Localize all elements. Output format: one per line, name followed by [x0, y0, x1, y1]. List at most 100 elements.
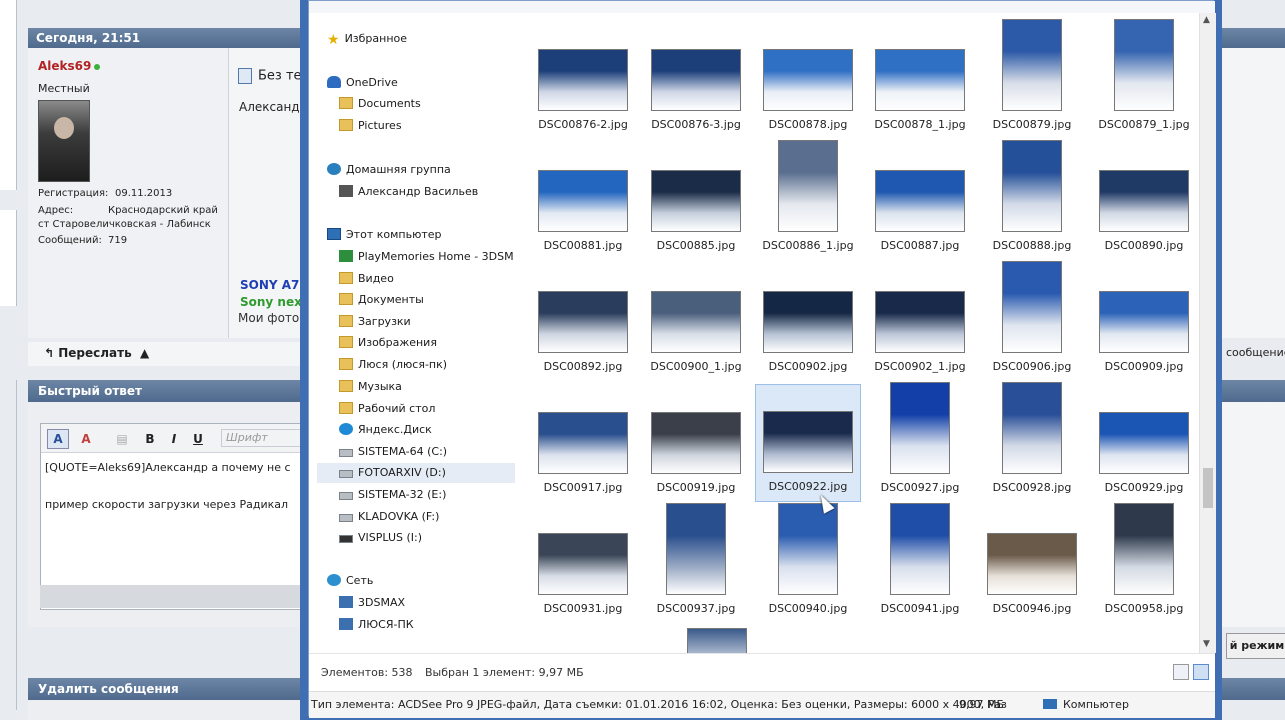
user-info-panel: Aleks69 Местный Регистрация: 09.11.2013 А…	[28, 48, 229, 338]
file-item[interactable]: DSC00902_1.jpg	[867, 263, 973, 381]
nav-drive-d[interactable]: FOTOARXIV (D:)	[317, 463, 515, 483]
right-body	[1222, 48, 1285, 338]
file-item[interactable]: DSC00958.jpg	[1091, 503, 1197, 623]
file-item[interactable]: DSC00885.jpg	[643, 142, 749, 260]
delete-messages-body	[28, 700, 300, 720]
delete-messages-header: Удалить сообщения	[28, 678, 300, 700]
nav-downloads[interactable]: Загрузки	[339, 312, 411, 332]
font-style-icon[interactable]: A	[47, 429, 69, 449]
thumbnails-view-icon[interactable]	[1193, 664, 1209, 680]
image-thumbnail	[538, 49, 628, 111]
file-item[interactable]: DSC00909.jpg	[1091, 263, 1197, 381]
nav-favorites[interactable]: ★ Избранное	[327, 29, 407, 49]
report-icon[interactable]: ▲	[140, 346, 149, 360]
image-thumbnail	[1099, 291, 1189, 353]
file-item[interactable]: DSC00888.jpg	[979, 140, 1085, 260]
nav-drive-f[interactable]: KLADOVKA (F:)	[339, 507, 439, 527]
nav-pictures[interactable]: Pictures	[339, 116, 402, 136]
advanced-mode-button[interactable]: й режим	[1226, 633, 1285, 659]
nav-drive-c[interactable]: SISTEMA-64 (C:)	[339, 442, 447, 462]
file-item[interactable]: DSC00927.jpg	[867, 382, 973, 502]
nav-playmemories[interactable]: PlayMemories Home - 3DSM	[339, 247, 514, 267]
reply-editor[interactable]: A A ▤ B I U Шрифт [QUOTE=Aleks69]Алексан…	[40, 423, 302, 610]
homegroup-icon	[327, 163, 341, 175]
file-item[interactable]: DSC00946.jpg	[979, 505, 1085, 623]
file-item[interactable]: DSC00878.jpg	[755, 21, 861, 139]
nav-documents-ru[interactable]: Документы	[339, 290, 424, 310]
avatar[interactable]	[38, 100, 90, 182]
font-select[interactable]: Шрифт	[221, 429, 301, 447]
image-thumbnail	[763, 411, 853, 473]
italic-button[interactable]: I	[163, 429, 185, 449]
file-size: 9,97 МБ	[959, 698, 1005, 711]
nav-drive-e[interactable]: SISTEMA-32 (E:)	[339, 485, 446, 505]
file-name: DSC00909.jpg	[1104, 360, 1184, 373]
file-item[interactable]: DSC00900_1.jpg	[643, 263, 749, 381]
nav-homegroup-user[interactable]: Александр Васильев	[339, 182, 478, 202]
remove-format-icon[interactable]: A	[75, 429, 97, 449]
nav-network-3dsmax[interactable]: 3DSMAX	[339, 593, 405, 613]
nav-video[interactable]: Видео	[339, 269, 394, 289]
file-item[interactable]: DSC00922.jpg	[755, 384, 861, 502]
vertical-scrollbar[interactable]: ▲ ▼	[1199, 13, 1216, 653]
nav-images[interactable]: Изображения	[339, 333, 437, 353]
file-item[interactable]: DSC00876-3.jpg	[643, 21, 749, 139]
scroll-down-icon[interactable]: ▼	[1203, 639, 1210, 649]
image-thumbnail	[1002, 19, 1062, 111]
nav-network-lusya-pc[interactable]: ЛЮСЯ-ПК	[339, 615, 414, 635]
details-view-icon[interactable]	[1173, 664, 1189, 680]
underline-button[interactable]: U	[187, 429, 209, 449]
file-item[interactable]: DSC00902.jpg	[755, 263, 861, 381]
nav-network[interactable]: Сеть	[327, 571, 373, 591]
scrollbar-thumb[interactable]	[1203, 468, 1213, 508]
file-item[interactable]: DSC00929.jpg	[1091, 384, 1197, 502]
reply-link[interactable]: сообщение	[1226, 346, 1285, 359]
file-item[interactable]: DSC00941.jpg	[867, 503, 973, 623]
nav-documents[interactable]: Documents	[339, 94, 421, 114]
file-item[interactable]: DSC00919.jpg	[643, 384, 749, 502]
bold-button[interactable]: B	[139, 429, 161, 449]
file-item[interactable]: DSC00928.jpg	[979, 382, 1085, 502]
nav-onedrive[interactable]: OneDrive	[327, 73, 398, 93]
nav-yandex-disk[interactable]: Яндекс.Диск	[339, 420, 432, 440]
username-link[interactable]: Aleks69	[38, 59, 101, 73]
forward-button[interactable]: ↰ Переслать	[44, 346, 132, 360]
post-actions-bar: ↰ Переслать ▲	[28, 342, 300, 366]
file-item[interactable]: DSC00917.jpg	[530, 384, 636, 502]
file-item[interactable]: DSC00876-2.jpg	[530, 21, 636, 139]
image-thumbnail	[1099, 170, 1189, 232]
file-item[interactable]: DSC00890.jpg	[1091, 142, 1197, 260]
nav-this-pc[interactable]: Этот компьютер	[327, 225, 442, 245]
messages-row: Сообщений: 719	[38, 235, 128, 246]
nav-drive-i[interactable]: VISPLUS (I:)	[339, 528, 422, 548]
file-item[interactable]: DSC00937.jpg	[643, 503, 749, 623]
file-item[interactable]: DSC00879.jpg	[979, 19, 1085, 139]
nav-desktop[interactable]: Рабочий стол	[339, 399, 435, 419]
image-thumbnail	[538, 170, 628, 232]
scroll-up-icon[interactable]: ▲	[1203, 15, 1210, 25]
nav-music[interactable]: Музыка	[339, 377, 402, 397]
file-open-dialog: ★ Избранное OneDrive Documents Pictures Д…	[300, 0, 1222, 720]
file-item[interactable]: DSC00881.jpg	[530, 142, 636, 260]
file-item[interactable]: DSC00940.jpg	[755, 503, 861, 623]
file-item[interactable]: DSC00931.jpg	[530, 505, 636, 623]
paste-icon[interactable]: ▤	[111, 429, 133, 449]
file-name: DSC00931.jpg	[543, 602, 623, 615]
file-item[interactable]: DSC00879_1.jpg	[1091, 19, 1197, 139]
nav-homegroup[interactable]: Домашняя группа	[327, 160, 451, 180]
file-item[interactable]: DSC00887.jpg	[867, 142, 973, 260]
file-item[interactable]: DSC00878_1.jpg	[867, 21, 973, 139]
yandex-disk-icon	[339, 423, 353, 435]
quick-reply-header: Быстрый ответ	[28, 380, 300, 402]
file-name: DSC00876-2.jpg	[538, 118, 628, 131]
file-name: DSC00941.jpg	[880, 602, 960, 615]
signature-link[interactable]: Мои фото	[238, 311, 299, 325]
user-icon	[339, 185, 353, 197]
registration-row: Регистрация: 09.11.2013	[38, 188, 173, 199]
cloud-icon	[327, 76, 341, 88]
nav-lusya[interactable]: Люся (люся-пк)	[339, 355, 447, 375]
file-item[interactable]: DSC00886_1.jpg	[755, 140, 861, 260]
file-item[interactable]: DSC00906.jpg	[979, 261, 1085, 381]
file-name: DSC00927.jpg	[880, 481, 960, 494]
file-item[interactable]: DSC00892.jpg	[530, 263, 636, 381]
